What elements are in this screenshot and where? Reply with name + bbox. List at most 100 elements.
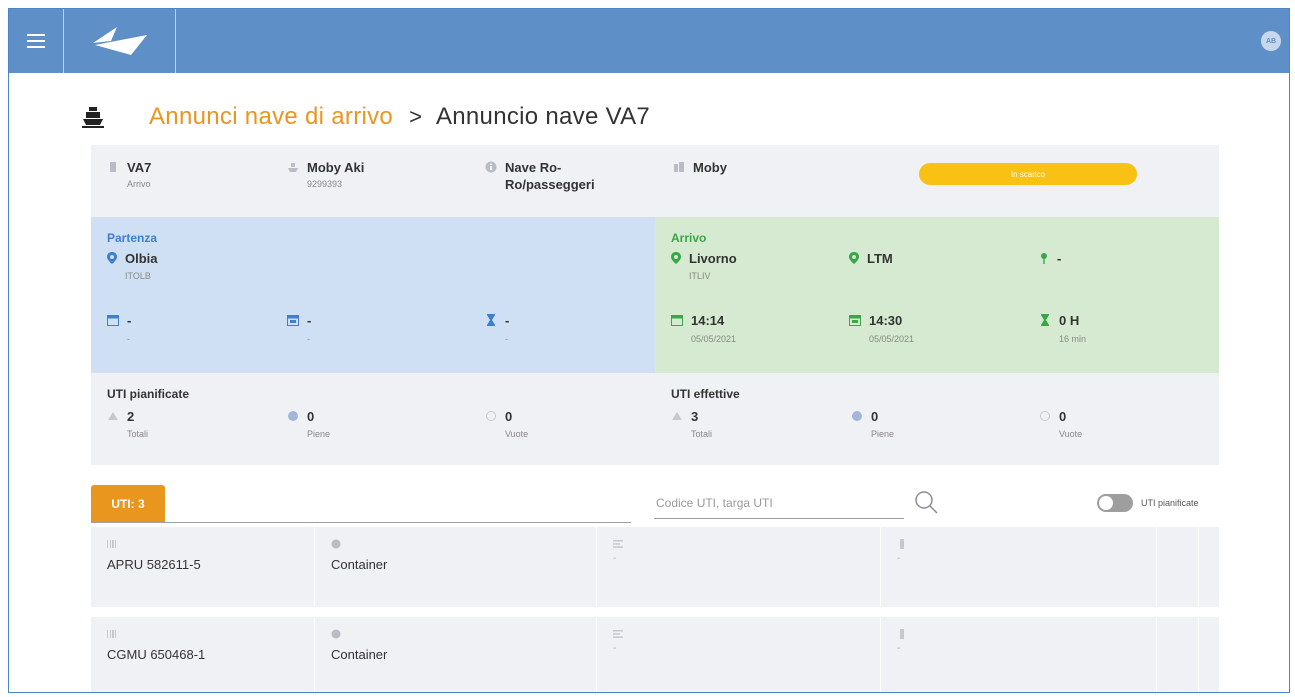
- search-input[interactable]: [654, 487, 904, 519]
- arrival-time-3: 0 H 16 min: [1039, 313, 1086, 344]
- uti-planned-empty-value: 0: [505, 409, 513, 424]
- ship-small-icon: [288, 163, 298, 172]
- row-type: Container: [331, 557, 388, 572]
- arrival-time-2: 14:30 05/05/2021: [849, 313, 914, 344]
- row-col3: -: [613, 643, 617, 654]
- toggle-knob: [1099, 496, 1113, 510]
- info-icon: [331, 539, 341, 549]
- row-col4-cell: -: [881, 617, 1157, 692]
- row-code: CGMU 650468-1: [107, 647, 206, 662]
- uti-planned-empty-label: Vuote: [505, 429, 529, 439]
- row-col4: -: [897, 553, 901, 564]
- row-col4: -: [897, 643, 901, 654]
- departure-time-1-value: -: [127, 313, 132, 328]
- arrival-berth-value: -: [1057, 251, 1062, 266]
- calendar-icon: [107, 315, 119, 326]
- tab-uti[interactable]: UTI: 3: [91, 485, 165, 523]
- row-col4-cell: -: [881, 527, 1157, 607]
- uti-actual-total: 3 Totali: [671, 409, 712, 439]
- table-row[interactable]: CGMU 650468-1 Container - -: [91, 617, 1219, 692]
- hamburger-icon: [27, 34, 45, 48]
- arrival-time-1-value: 14:14: [691, 313, 725, 328]
- row-code-cell: APRU 582611-5: [91, 527, 315, 607]
- ship-name: Moby Aki: [307, 160, 365, 175]
- departure-time-3-value: -: [505, 313, 510, 328]
- status-badge: In scarico: [919, 163, 1137, 185]
- breadcrumb-separator: >: [409, 104, 422, 129]
- calendar-check-icon: [287, 315, 299, 326]
- row-action-cell[interactable]: [1157, 527, 1199, 607]
- uti-actual-total-value: 3: [691, 409, 699, 424]
- departure-time-1: - -: [107, 313, 131, 344]
- breadcrumb-parent-link[interactable]: Annunci nave di arrivo: [149, 103, 393, 131]
- hamburger-menu-button[interactable]: [9, 9, 64, 73]
- stack-icon: [672, 412, 682, 420]
- departure-time-3-sub: -: [505, 334, 508, 344]
- departure-time-2: - -: [287, 313, 311, 344]
- full-circle-icon: [852, 411, 862, 421]
- barcode-icon: [107, 630, 116, 638]
- top-bar: AB: [9, 9, 1289, 73]
- full-circle-icon: [288, 411, 298, 421]
- uti-actual-empty-value: 0: [1059, 409, 1067, 424]
- ship-type-line2: Ro/passeggeri: [505, 177, 595, 192]
- document-icon: [900, 539, 904, 549]
- departure-time-2-sub: -: [307, 334, 310, 344]
- list-icon: [613, 630, 623, 638]
- uti-planned-total: 2 Totali: [107, 409, 148, 439]
- departure-port: Olbia ITOLB: [107, 251, 158, 281]
- empty-circle-icon: [1040, 411, 1050, 421]
- uti-planned-full-value: 0: [307, 409, 315, 424]
- app-logo[interactable]: [64, 9, 176, 73]
- user-avatar[interactable]: AB: [1261, 31, 1281, 51]
- ship-code-cell: VA7 Arrivo: [107, 159, 151, 189]
- uti-planned-total-value: 2: [127, 409, 135, 424]
- uti-planned-toggle[interactable]: [1097, 494, 1133, 512]
- uti-stats-panel: UTI pianificate 2 Totali 0 Piene 0 Vuote UT…: [91, 373, 1219, 465]
- info-icon: [331, 629, 341, 639]
- search-icon[interactable]: [913, 489, 939, 515]
- breadcrumb: Annunci nave di arrivo > Annuncio nave V…: [81, 97, 650, 137]
- row-type: Container: [331, 647, 388, 662]
- hourglass-icon: [1041, 314, 1049, 326]
- arrival-port-code: ITLIV: [689, 271, 711, 281]
- arrival-port-name: Livorno: [689, 251, 737, 266]
- toggle-label: UTI pianificate: [1141, 498, 1199, 508]
- empty-circle-icon: [486, 411, 496, 421]
- ship-type-line1: Nave Ro-: [505, 160, 562, 175]
- arrival-berth: -: [1039, 251, 1061, 266]
- list-icon: [613, 540, 623, 548]
- info-icon: [485, 161, 497, 173]
- arrival-terminal: LTM: [849, 251, 893, 266]
- row-type-cell: Container: [315, 617, 597, 692]
- table-row[interactable]: APRU 582611-5 Container - -: [91, 527, 1219, 607]
- row-type-cell: Container: [315, 527, 597, 607]
- route-panel: Partenza Olbia ITOLB - - - - - - Arrivo …: [91, 217, 1219, 373]
- uti-actual-full: 0 Piene: [851, 409, 894, 439]
- document-icon: [900, 629, 904, 639]
- row-col3-cell: -: [597, 527, 881, 607]
- arrival-time-2-sub: 05/05/2021: [869, 334, 915, 344]
- location-pin-icon: [671, 252, 681, 264]
- departure-time-3: - -: [485, 313, 509, 344]
- uti-actual-full-value: 0: [871, 409, 879, 424]
- arrival-title: Arrivo: [671, 231, 707, 245]
- uti-actual-title: UTI effettive: [671, 387, 740, 401]
- row-action-cell[interactable]: [1157, 617, 1199, 692]
- arrival-time-2-value: 14:30: [869, 313, 903, 328]
- departure-port-code: ITOLB: [125, 271, 151, 281]
- row-code-cell: CGMU 650468-1: [91, 617, 315, 692]
- ship-direction: Arrivo: [127, 179, 151, 189]
- row-code: APRU 582611-5: [107, 557, 201, 572]
- uti-planned-full-label: Piene: [307, 429, 331, 439]
- arrival-terminal-name: LTM: [867, 251, 893, 266]
- ship-logo-icon: [92, 27, 147, 55]
- arrival-port: Livorno ITLIV: [671, 251, 737, 281]
- departure-time-1-sub: -: [127, 334, 130, 344]
- uti-actual-empty: 0 Vuote: [1039, 409, 1082, 439]
- page-title: Annuncio nave VA7: [435, 103, 651, 130]
- ship-info-panel: VA7 Arrivo Moby Aki 9299393 Nave Ro- Ro/…: [91, 145, 1219, 217]
- barcode-icon: [107, 540, 116, 548]
- location-pin-icon: [107, 252, 117, 264]
- app-window: AB Annunci nave di arrivo > Annuncio nav…: [8, 8, 1290, 693]
